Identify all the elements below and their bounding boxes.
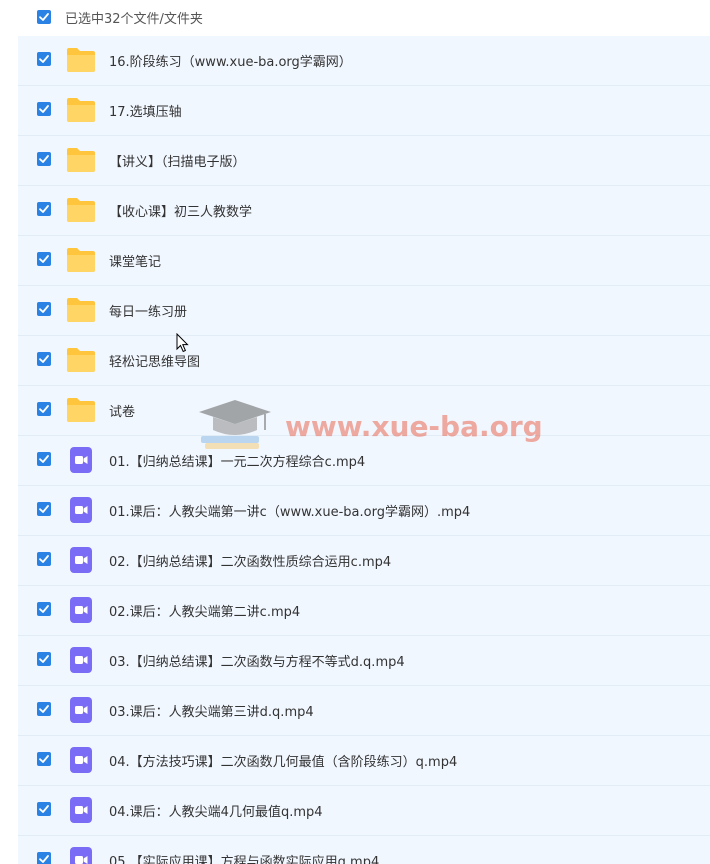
file-checkbox[interactable] bbox=[37, 152, 51, 166]
file-checkbox[interactable] bbox=[37, 302, 51, 316]
checkmark-icon bbox=[39, 55, 49, 63]
checkmark-icon bbox=[39, 305, 49, 313]
checkmark-icon bbox=[39, 405, 49, 413]
checkmark-icon bbox=[39, 355, 49, 363]
mouse-cursor-icon bbox=[176, 333, 189, 353]
file-row[interactable]: 16.阶段练习（www.xue-ba.org学霸网） bbox=[18, 36, 710, 86]
file-name[interactable]: 试卷 bbox=[109, 401, 135, 420]
select-all-checkbox[interactable] bbox=[37, 10, 51, 24]
folder-icon bbox=[66, 46, 96, 74]
file-name[interactable]: 轻松记思维导图 bbox=[109, 351, 200, 370]
folder-icon bbox=[66, 196, 96, 224]
checkmark-icon bbox=[39, 855, 49, 863]
file-row[interactable]: 05.【实际应用课】方程与函数实际应用q.mp4 bbox=[18, 836, 710, 864]
file-row[interactable]: 04.课后：人教尖端4几何最值q.mp4 bbox=[18, 786, 710, 836]
folder-icon bbox=[66, 96, 96, 124]
video-icon bbox=[66, 596, 96, 624]
file-name[interactable]: 课堂笔记 bbox=[109, 251, 161, 270]
file-row[interactable]: 课堂笔记 bbox=[18, 236, 710, 286]
video-icon bbox=[66, 696, 96, 724]
checkmark-icon bbox=[39, 605, 49, 613]
file-name[interactable]: 03.课后：人教尖端第三讲d.q.mp4 bbox=[109, 701, 314, 720]
file-row[interactable]: 17.选填压轴 bbox=[18, 86, 710, 136]
file-checkbox[interactable] bbox=[37, 852, 51, 864]
file-checkbox[interactable] bbox=[37, 452, 51, 466]
file-checkbox[interactable] bbox=[37, 52, 51, 66]
file-name[interactable]: 17.选填压轴 bbox=[109, 101, 182, 120]
checkmark-icon bbox=[39, 455, 49, 463]
file-row[interactable]: 03.课后：人教尖端第三讲d.q.mp4 bbox=[18, 686, 710, 736]
file-name[interactable]: 03.【归纳总结课】二次函数与方程不等式d.q.mp4 bbox=[109, 651, 405, 670]
checkmark-icon bbox=[39, 555, 49, 563]
file-checkbox[interactable] bbox=[37, 552, 51, 566]
checkmark-icon bbox=[39, 705, 49, 713]
file-row[interactable]: 轻松记思维导图 bbox=[18, 336, 710, 386]
file-name[interactable]: 每日一练习册 bbox=[109, 301, 187, 320]
file-row[interactable]: 02.课后：人教尖端第二讲c.mp4 bbox=[18, 586, 710, 636]
checkmark-icon bbox=[39, 505, 49, 513]
file-name[interactable]: 【收心课】初三人教数学 bbox=[109, 201, 252, 220]
file-checkbox[interactable] bbox=[37, 652, 51, 666]
file-name[interactable]: 01.课后：人教尖端第一讲c（www.xue-ba.org学霸网）.mp4 bbox=[109, 501, 470, 520]
file-checkbox[interactable] bbox=[37, 202, 51, 216]
checkmark-icon bbox=[39, 255, 49, 263]
file-name[interactable]: 04.课后：人教尖端4几何最值q.mp4 bbox=[109, 801, 323, 820]
file-checkbox[interactable] bbox=[37, 802, 51, 816]
watermark: www.xue-ba.org bbox=[195, 396, 543, 456]
folder-icon bbox=[66, 296, 96, 324]
file-checkbox[interactable] bbox=[37, 252, 51, 266]
file-checkbox[interactable] bbox=[37, 502, 51, 516]
watermark-text: www.xue-ba.org bbox=[285, 410, 543, 443]
file-row[interactable]: 02.【归纳总结课】二次函数性质综合运用c.mp4 bbox=[18, 536, 710, 586]
video-icon bbox=[66, 546, 96, 574]
file-checkbox[interactable] bbox=[37, 352, 51, 366]
video-icon bbox=[66, 446, 96, 474]
file-name[interactable]: 16.阶段练习（www.xue-ba.org学霸网） bbox=[109, 51, 352, 70]
file-checkbox[interactable] bbox=[37, 602, 51, 616]
file-row[interactable]: 【讲义】（扫描电子版） bbox=[18, 136, 710, 186]
graduation-cap-icon bbox=[199, 400, 271, 449]
checkmark-icon bbox=[39, 655, 49, 663]
file-name[interactable]: 02.【归纳总结课】二次函数性质综合运用c.mp4 bbox=[109, 551, 391, 570]
video-icon bbox=[66, 746, 96, 774]
checkmark-icon bbox=[39, 13, 49, 21]
file-checkbox[interactable] bbox=[37, 102, 51, 116]
video-icon bbox=[66, 646, 96, 674]
file-name[interactable]: 【讲义】（扫描电子版） bbox=[109, 151, 246, 170]
checkmark-icon bbox=[39, 205, 49, 213]
checkmark-icon bbox=[39, 155, 49, 163]
folder-icon bbox=[66, 146, 96, 174]
file-name[interactable]: 05.【实际应用课】方程与函数实际应用q.mp4 bbox=[109, 851, 379, 864]
checkmark-icon bbox=[39, 805, 49, 813]
folder-icon bbox=[66, 396, 96, 424]
selection-header: 已选中32个文件/文件夹 bbox=[0, 0, 710, 36]
file-row[interactable]: 每日一练习册 bbox=[18, 286, 710, 336]
video-icon bbox=[66, 846, 96, 864]
file-checkbox[interactable] bbox=[37, 402, 51, 416]
video-icon bbox=[66, 796, 96, 824]
file-row[interactable]: 【收心课】初三人教数学 bbox=[18, 186, 710, 236]
selection-count-label: 已选中32个文件/文件夹 bbox=[65, 12, 203, 27]
checkmark-icon bbox=[39, 105, 49, 113]
file-row[interactable]: 03.【归纳总结课】二次函数与方程不等式d.q.mp4 bbox=[18, 636, 710, 686]
video-icon bbox=[66, 496, 96, 524]
folder-icon bbox=[66, 246, 96, 274]
file-row[interactable]: 01.课后：人教尖端第一讲c（www.xue-ba.org学霸网）.mp4 bbox=[18, 486, 710, 536]
folder-icon bbox=[66, 346, 96, 374]
file-name[interactable]: 02.课后：人教尖端第二讲c.mp4 bbox=[109, 601, 300, 620]
file-checkbox[interactable] bbox=[37, 752, 51, 766]
file-row[interactable]: 04.【方法技巧课】二次函数几何最值（含阶段练习）q.mp4 bbox=[18, 736, 710, 786]
file-name[interactable]: 04.【方法技巧课】二次函数几何最值（含阶段练习）q.mp4 bbox=[109, 751, 457, 770]
checkmark-icon bbox=[39, 755, 49, 763]
file-checkbox[interactable] bbox=[37, 702, 51, 716]
